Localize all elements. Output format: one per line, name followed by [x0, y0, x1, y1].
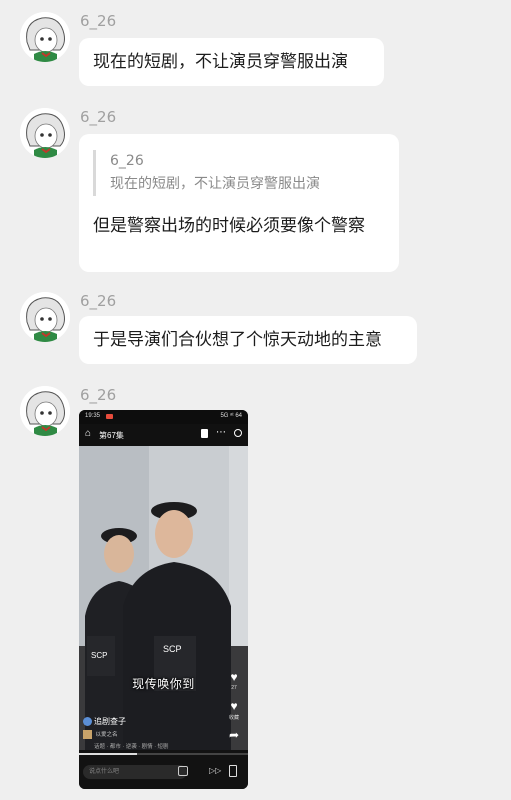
anime-avatar-icon [20, 292, 70, 342]
author-name[interactable]: 追剧查子 [83, 716, 126, 727]
sender-name: 6_26 [80, 292, 117, 310]
collect-icon[interactable] [201, 429, 208, 438]
fullscreen-icon[interactable] [229, 765, 237, 777]
anime-avatar-icon [20, 386, 70, 436]
author-label: 追剧查子 [94, 717, 126, 726]
avatar[interactable] [20, 108, 70, 158]
favorite-label: 收藏 [228, 715, 239, 721]
avatar[interactable] [20, 386, 70, 436]
video-bottom-bar: 说点什么吧 ▷▷ [79, 750, 248, 789]
music-icon [83, 730, 92, 740]
notification-badge [106, 414, 113, 419]
vest-label-left: SCP [91, 651, 107, 660]
more-icon[interactable]: ⋯ [216, 427, 226, 438]
image-message[interactable]: 19:35 5G ᵃᵗ 64 ⌂ 第67集 ⋯ SCP SCP 现传唤你到 ♥ … [79, 410, 248, 789]
phone-status-bar: 19:35 5G ᵃᵗ 64 [79, 410, 248, 424]
message-bubble[interactable]: 现在的短剧，不让演员穿警服出演 [79, 38, 384, 86]
message-text: 于是导演们合伙想了个惊天动地的主意 [93, 330, 382, 350]
music-title: 以爱之名 [95, 732, 118, 738]
vest-label-right: SCP [163, 644, 182, 654]
video-subtitle: 现传唤你到 [132, 677, 195, 691]
speed-icon[interactable]: ▷▷ [209, 766, 221, 775]
favorite-icon[interactable]: ♥ [226, 699, 242, 713]
message-bubble[interactable]: 于是导演们合伙想了个惊天动地的主意 [79, 316, 417, 364]
comment-input[interactable]: 说点什么吧 [83, 765, 187, 779]
video-top-bar: ⌂ 第67集 ⋯ [79, 424, 248, 446]
episode-label[interactable]: 第67集 [99, 430, 124, 441]
like-count: 27 [231, 685, 237, 691]
sender-name: 6_26 [80, 108, 117, 126]
emoji-icon[interactable] [178, 766, 188, 776]
anime-avatar-icon [20, 12, 70, 62]
status-indicators: 5G ᵃᵗ 64 [220, 413, 242, 419]
sender-name: 6_26 [80, 12, 117, 30]
progress-bar[interactable] [79, 753, 248, 755]
record-icon[interactable] [234, 429, 242, 437]
quoted-message[interactable]: 6_26 现在的短剧，不让演员穿警服出演 [93, 150, 385, 196]
home-icon[interactable]: ⌂ [85, 428, 91, 439]
message-bubble[interactable]: 6_26 现在的短剧，不让演员穿警服出演 但是警察出场的时候必须要像个警察 [79, 134, 399, 272]
author-avatar [83, 717, 92, 727]
music-info[interactable]: 以爱之名 [83, 730, 118, 740]
progress-fill [79, 753, 137, 755]
status-time: 19:35 [85, 413, 101, 419]
quoted-text: 现在的短剧，不让演员穿警服出演 [110, 176, 320, 192]
message-text: 但是警察出场的时候必须要像个警察 [93, 216, 365, 236]
quoted-sender-name: 6_26 [110, 153, 144, 169]
share-icon[interactable]: ➦ [226, 728, 242, 742]
video-frame[interactable]: SCP SCP 现传唤你到 ♥ 27 ♥ 收藏 ➦ 追剧查子 以爱之名 话题 ·… [79, 446, 248, 750]
message-text: 现在的短剧，不让演员穿警服出演 [93, 52, 348, 72]
video-scene: SCP SCP [79, 446, 248, 750]
avatar[interactable] [20, 292, 70, 342]
anime-avatar-icon [20, 108, 70, 158]
avatar[interactable] [20, 12, 70, 62]
like-icon[interactable]: ♥ [226, 670, 242, 684]
sender-name: 6_26 [80, 386, 117, 404]
hashtags: 话题 · 都市 · 逆袭 · 剧情 · 短剧 [94, 744, 169, 750]
